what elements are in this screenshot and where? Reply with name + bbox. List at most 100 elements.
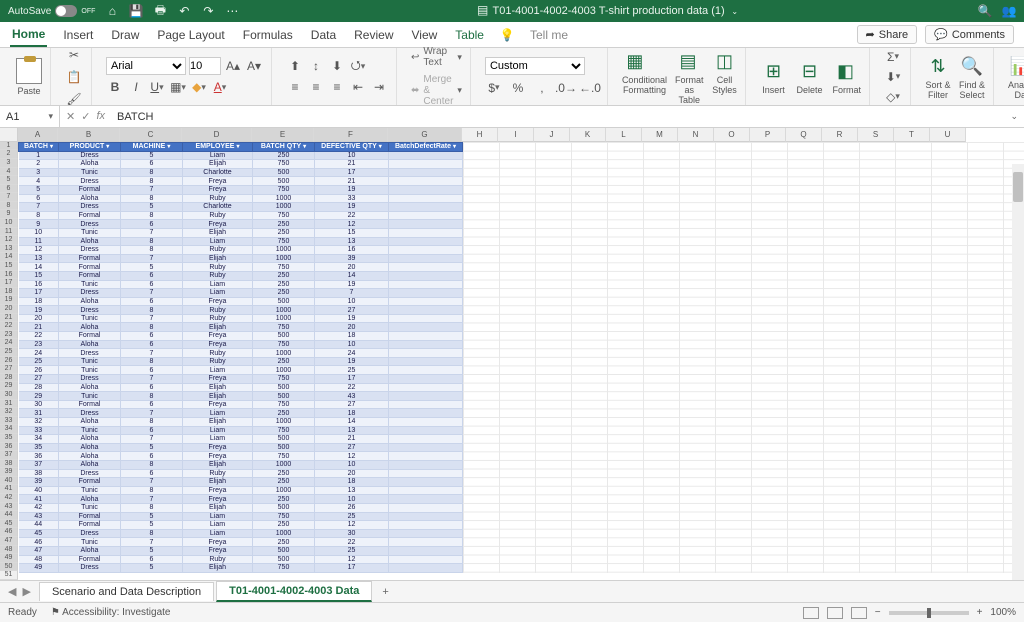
- delete-cells-button[interactable]: ⊟ Delete: [796, 59, 822, 95]
- table-cell[interactable]: 34: [19, 435, 59, 444]
- table-cell[interactable]: 1000: [253, 203, 315, 212]
- table-cell[interactable]: [389, 168, 463, 177]
- table-cell[interactable]: Freya: [183, 185, 253, 194]
- table-cell[interactable]: 29: [19, 392, 59, 401]
- table-cell[interactable]: 250: [253, 228, 315, 237]
- table-cell[interactable]: 17: [315, 375, 389, 384]
- table-cell[interactable]: [389, 383, 463, 392]
- table-cell[interactable]: Formal: [59, 555, 121, 564]
- table-header[interactable]: DEFECTIVE QTY▾: [315, 143, 389, 152]
- table-cell[interactable]: Tunic: [59, 503, 121, 512]
- table-cell[interactable]: 48: [19, 555, 59, 564]
- table-cell[interactable]: [389, 435, 463, 444]
- table-cell[interactable]: 28: [19, 383, 59, 392]
- table-cell[interactable]: Dress: [59, 349, 121, 358]
- table-cell[interactable]: 6: [121, 297, 183, 306]
- sheet-next-icon[interactable]: ▶: [22, 585, 30, 598]
- table-row[interactable]: 42Tunic8Elijah50026: [19, 503, 463, 512]
- table-row[interactable]: 24Dress7Ruby100024: [19, 349, 463, 358]
- table-row[interactable]: 14Formal5Ruby75020: [19, 263, 463, 272]
- table-cell[interactable]: 5: [121, 521, 183, 530]
- table-cell[interactable]: 750: [253, 400, 315, 409]
- table-cell[interactable]: 750: [253, 564, 315, 573]
- column-header-C[interactable]: C: [120, 128, 182, 142]
- redo-icon[interactable]: ↷: [201, 4, 215, 18]
- table-cell[interactable]: 6: [121, 160, 183, 169]
- table-cell[interactable]: Aloha: [59, 460, 121, 469]
- sort-filter-button[interactable]: ⇅ Sort & Filter: [925, 54, 951, 100]
- table-cell[interactable]: [389, 375, 463, 384]
- table-cell[interactable]: 250: [253, 357, 315, 366]
- table-cell[interactable]: [389, 392, 463, 401]
- row-header[interactable]: 44: [0, 511, 18, 520]
- table-cell[interactable]: Elijah: [183, 503, 253, 512]
- table-cell[interactable]: Dress: [59, 220, 121, 229]
- table-cell[interactable]: 45: [19, 529, 59, 538]
- table-cell[interactable]: [389, 237, 463, 246]
- table-cell[interactable]: Aloha: [59, 443, 121, 452]
- table-cell[interactable]: 27: [315, 306, 389, 315]
- table-cell[interactable]: 250: [253, 409, 315, 418]
- table-cell[interactable]: 15: [315, 228, 389, 237]
- table-row[interactable]: 44Formal5Liam25012: [19, 521, 463, 530]
- table-cell[interactable]: Formal: [59, 521, 121, 530]
- table-cell[interactable]: 9: [19, 220, 59, 229]
- table-row[interactable]: 26Tunic6Liam100025: [19, 366, 463, 375]
- table-cell[interactable]: Freya: [183, 297, 253, 306]
- table-cell[interactable]: 30: [19, 400, 59, 409]
- spreadsheet-grid[interactable]: 1234567891011121314151617181920212223242…: [0, 128, 1024, 580]
- row-header[interactable]: 13: [0, 245, 18, 254]
- table-cell[interactable]: 36: [19, 452, 59, 461]
- table-cell[interactable]: 500: [253, 435, 315, 444]
- row-header[interactable]: 12: [0, 236, 18, 245]
- row-header[interactable]: 10: [0, 219, 18, 228]
- table-cell[interactable]: Liam: [183, 512, 253, 521]
- table-cell[interactable]: 6: [121, 220, 183, 229]
- table-cell[interactable]: Aloha: [59, 340, 121, 349]
- table-cell[interactable]: 31: [19, 409, 59, 418]
- table-cell[interactable]: 16: [19, 280, 59, 289]
- table-cell[interactable]: 42: [19, 503, 59, 512]
- table-cell[interactable]: [389, 495, 463, 504]
- table-cell[interactable]: [389, 546, 463, 555]
- table-cell[interactable]: [389, 409, 463, 418]
- table-cell[interactable]: 8: [121, 357, 183, 366]
- table-cell[interactable]: Tunic: [59, 392, 121, 401]
- table-row[interactable]: 25Tunic8Ruby25019: [19, 357, 463, 366]
- row-header[interactable]: 16: [0, 271, 18, 280]
- table-cell[interactable]: 14: [315, 271, 389, 280]
- expand-formula-icon[interactable]: ⌄: [1004, 111, 1024, 122]
- row-header[interactable]: 2: [0, 150, 18, 159]
- row-header[interactable]: 24: [0, 339, 18, 348]
- table-cell[interactable]: 500: [253, 177, 315, 186]
- table-cell[interactable]: [389, 246, 463, 255]
- row-header[interactable]: 5: [0, 176, 18, 185]
- column-header-P[interactable]: P: [750, 128, 786, 142]
- table-cell[interactable]: 750: [253, 452, 315, 461]
- zoom-out-icon[interactable]: −: [875, 607, 881, 618]
- column-header-F[interactable]: F: [314, 128, 388, 142]
- column-header-K[interactable]: K: [570, 128, 606, 142]
- tab-page-layout[interactable]: Page Layout: [155, 24, 226, 46]
- table-cell[interactable]: Liam: [183, 289, 253, 298]
- table-cell[interactable]: 17: [315, 564, 389, 573]
- table-cell[interactable]: 4: [19, 177, 59, 186]
- table-header[interactable]: BATCH QTY▾: [253, 143, 315, 152]
- table-cell[interactable]: 1000: [253, 486, 315, 495]
- column-header-S[interactable]: S: [858, 128, 894, 142]
- table-cell[interactable]: 18: [315, 478, 389, 487]
- table-row[interactable]: 49Dress5Elijah75017: [19, 564, 463, 573]
- table-cell[interactable]: 38: [19, 469, 59, 478]
- autosave-toggle[interactable]: AutoSave OFF: [8, 5, 95, 17]
- table-cell[interactable]: Elijah: [183, 564, 253, 573]
- table-cell[interactable]: 1000: [253, 246, 315, 255]
- table-row[interactable]: 16Tunic6Liam25019: [19, 280, 463, 289]
- table-cell[interactable]: 750: [253, 340, 315, 349]
- table-cell[interactable]: Elijah: [183, 383, 253, 392]
- table-cell[interactable]: 21: [315, 435, 389, 444]
- table-cell[interactable]: Freya: [183, 375, 253, 384]
- table-row[interactable]: 32Aloha8Elijah100014: [19, 418, 463, 427]
- table-cell[interactable]: 26: [19, 366, 59, 375]
- table-cell[interactable]: Freya: [183, 177, 253, 186]
- row-header[interactable]: 35: [0, 434, 18, 443]
